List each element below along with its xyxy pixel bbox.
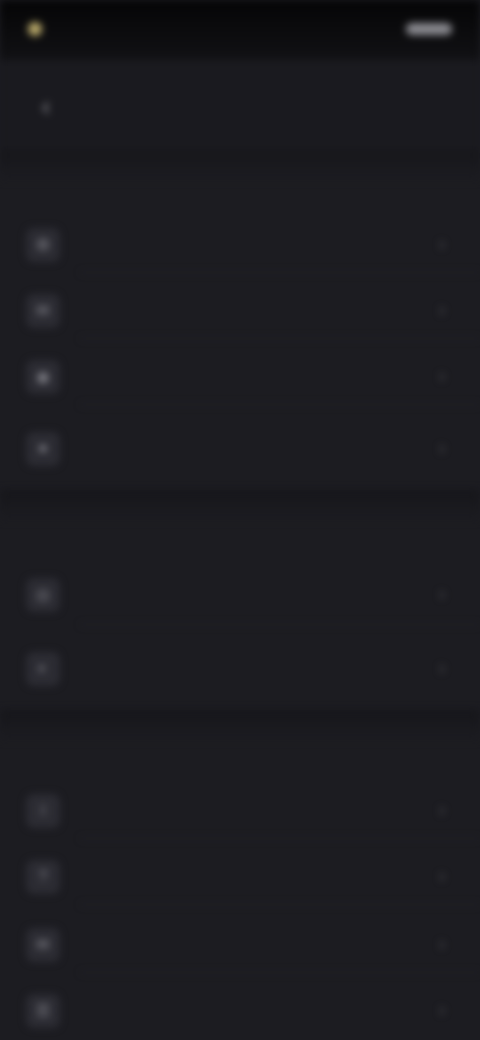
chevron-right-icon: › — [439, 865, 445, 886]
settings-row[interactable]: ◉ › — [0, 342, 480, 402]
section-3: i › ? › ✉ › ☰ › — [0, 710, 480, 1040]
globe-icon: ◎ — [26, 578, 60, 612]
mail-icon: ✉ — [26, 928, 60, 962]
divider — [80, 624, 480, 625]
location-icon — [28, 22, 42, 36]
status-bar — [0, 0, 480, 60]
settings-screen: ‹ ⚙ › ✉ › ◉ › ● › ◎ › ◐ › i › ? › ✉ › ☰ … — [0, 0, 480, 1040]
section-band — [0, 150, 480, 180]
user-icon: ● — [26, 432, 60, 466]
settings-row[interactable]: ✉ › — [0, 910, 480, 970]
settings-row[interactable]: ⚙ › — [0, 210, 480, 270]
section-band — [0, 490, 480, 520]
chevron-right-icon: › — [439, 437, 445, 458]
divider — [80, 272, 480, 273]
chevron-right-icon: › — [439, 799, 445, 820]
navigation-bar: ‹ — [0, 60, 480, 150]
divider — [80, 972, 480, 973]
settings-row[interactable]: ? › — [0, 842, 480, 902]
lock-icon: ◉ — [26, 360, 60, 394]
chevron-left-icon: ‹ — [41, 90, 51, 121]
divider — [80, 904, 480, 905]
status-right — [398, 18, 452, 40]
settings-row[interactable]: ◎ › — [0, 560, 480, 620]
chevron-right-icon: › — [439, 999, 445, 1020]
chevron-right-icon: › — [439, 365, 445, 386]
settings-row[interactable]: ☰ › — [0, 976, 480, 1036]
back-button[interactable]: ‹ — [30, 90, 62, 122]
chevron-right-icon: › — [439, 583, 445, 604]
help-icon: ? — [26, 860, 60, 894]
bell-icon: ✉ — [26, 294, 60, 328]
chevron-right-icon: › — [439, 233, 445, 254]
gear-icon: ⚙ — [26, 228, 60, 262]
divider — [80, 338, 480, 339]
battery-icon — [406, 23, 452, 35]
section-band — [0, 710, 480, 740]
palette-icon: ◐ — [26, 652, 60, 686]
section-1: ⚙ › ✉ › ◉ › ● › — [0, 150, 480, 490]
settings-row[interactable]: i › — [0, 776, 480, 836]
settings-row[interactable]: ✉ › — [0, 276, 480, 336]
chevron-right-icon: › — [439, 657, 445, 678]
divider — [80, 404, 480, 405]
document-icon: ☰ — [26, 994, 60, 1028]
info-icon: i — [26, 794, 60, 828]
chevron-right-icon: › — [439, 933, 445, 954]
section-2: ◎ › ◐ › — [0, 490, 480, 710]
settings-row[interactable]: ◐ › — [0, 634, 480, 694]
status-left — [28, 18, 52, 40]
divider — [80, 838, 480, 839]
settings-row[interactable]: ● › — [0, 414, 480, 474]
chevron-right-icon: › — [439, 299, 445, 320]
